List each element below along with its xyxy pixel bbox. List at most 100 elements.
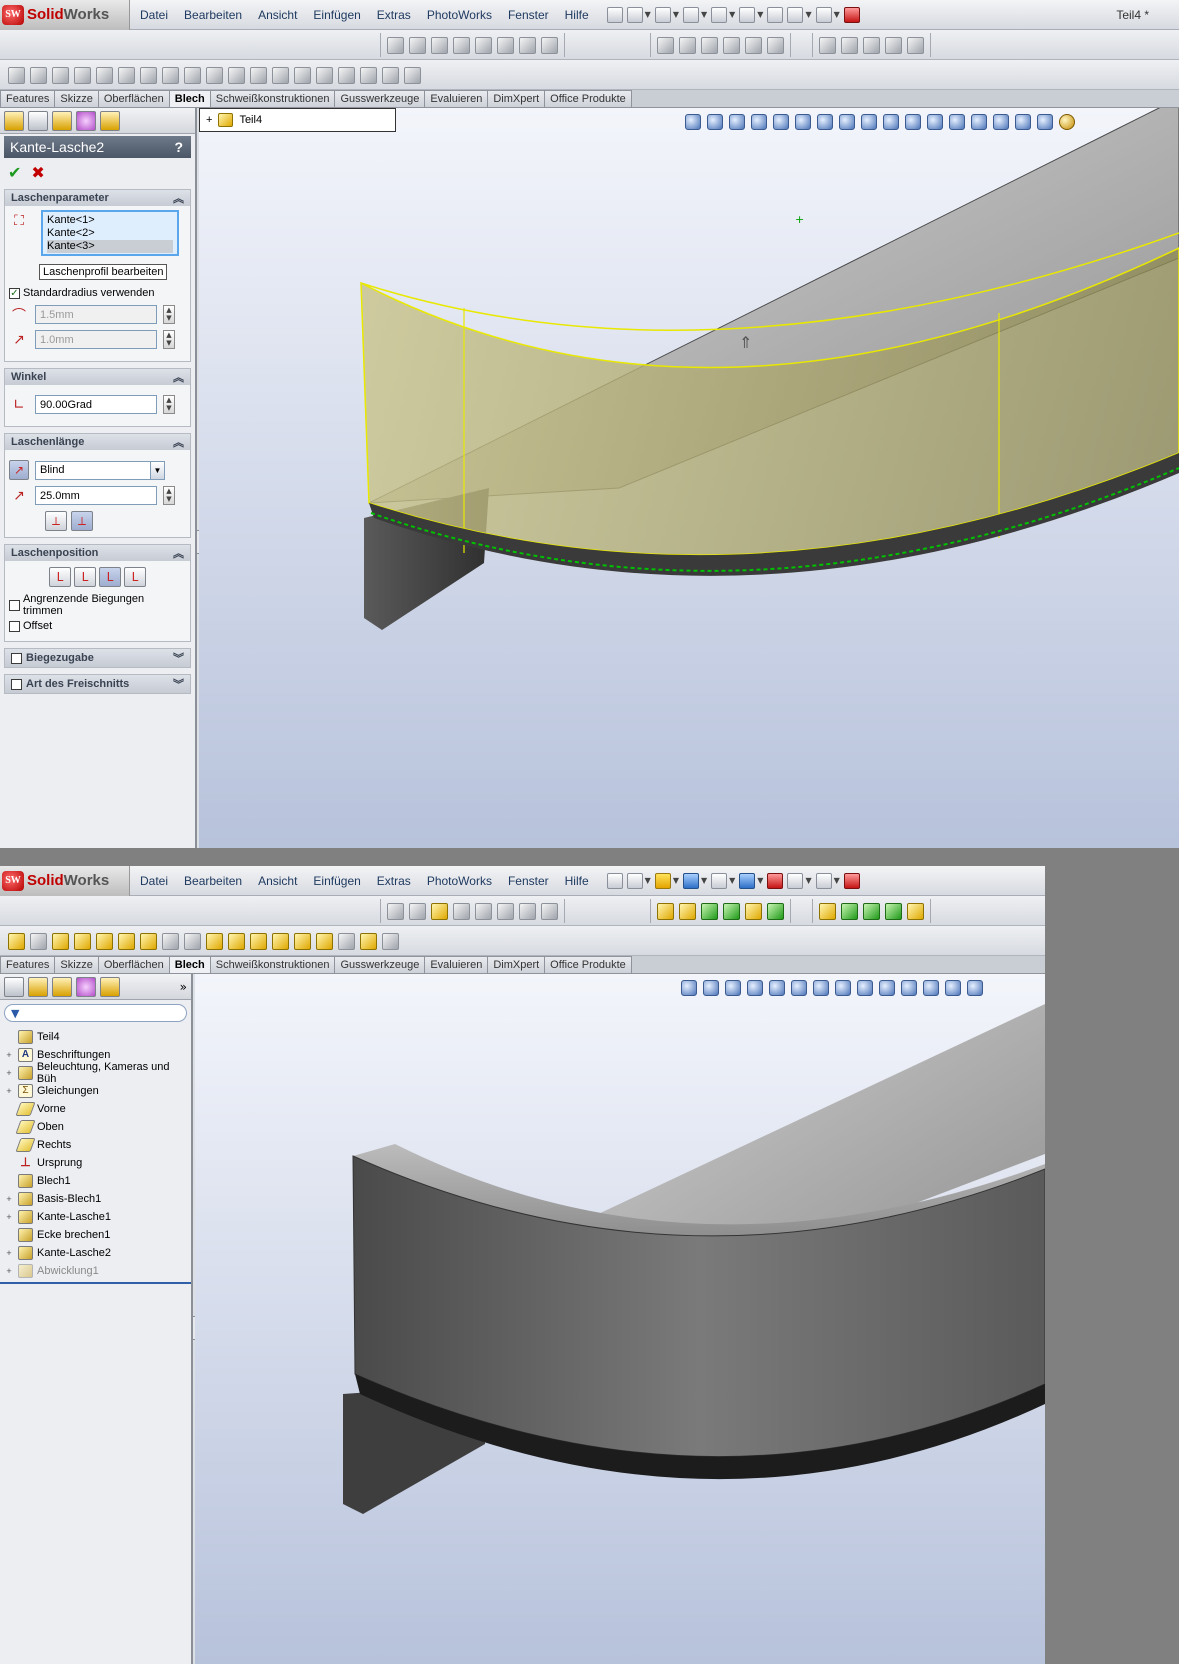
simple-hole-icon[interactable]	[250, 932, 267, 950]
fold-icon[interactable]	[316, 66, 333, 84]
no-bends-icon[interactable]	[360, 932, 377, 950]
collapse-chevron-icon[interactable]: ︽	[173, 434, 184, 450]
tab-oberflaechen[interactable]: Oberflächen	[97, 956, 170, 973]
menu-bearbeiten[interactable]: Bearbeiten	[176, 0, 250, 30]
material-outside-icon[interactable]: L	[74, 567, 96, 587]
hem-icon[interactable]	[96, 932, 113, 950]
no-bends-icon[interactable]	[360, 66, 377, 84]
bend-radius-field[interactable]	[35, 305, 157, 324]
gap-distance-field[interactable]	[35, 330, 157, 349]
options-icon[interactable]	[787, 872, 804, 889]
feature-tool-icon[interactable]	[657, 902, 674, 920]
group-header[interactable]: Laschenlänge ︽	[5, 434, 190, 450]
display-tool-icon[interactable]	[907, 36, 924, 54]
chevron-down-icon[interactable]: ▼	[673, 10, 679, 19]
flange-length-field[interactable]	[35, 486, 157, 505]
collapse-chevron-icon[interactable]: ︽	[173, 190, 184, 206]
rip-icon[interactable]	[382, 932, 399, 950]
tree-item-vorne[interactable]: Vorne	[0, 1100, 191, 1118]
sheet-tool-icon[interactable]	[387, 902, 404, 920]
menu-photoworks[interactable]: PhotoWorks	[419, 866, 500, 896]
list-item[interactable]: Kante<1>	[47, 214, 173, 227]
sheet-tool-icon[interactable]	[431, 36, 448, 54]
property-manager-tab-icon[interactable]	[28, 976, 48, 997]
sheet-tool-icon[interactable]	[475, 36, 492, 54]
sheet-tool-icon[interactable]	[519, 36, 536, 54]
chevron-down-icon[interactable]: ▼	[701, 876, 707, 885]
edit-flange-profile-button[interactable]: Laschenprofil bearbeiten	[39, 264, 168, 280]
chevron-down-icon[interactable]: ▼	[645, 876, 651, 885]
vent-icon[interactable]	[272, 66, 289, 84]
menu-einfuegen[interactable]: Einfügen	[305, 866, 368, 896]
trim-bends-checkbox-row[interactable]: Angrenzende Biegungen trimmen	[9, 593, 186, 617]
spinner[interactable]: ▲ ▼	[163, 486, 175, 505]
tab-office-produkte[interactable]: Office Produkte	[544, 956, 632, 973]
pdf-icon[interactable]	[843, 6, 860, 23]
cross-break-icon[interactable]	[162, 66, 179, 84]
tab-schweisskonstruktionen[interactable]: Schweißkonstruktionen	[209, 90, 336, 107]
tab-dimxpert[interactable]: DimXpert	[487, 956, 546, 973]
chevron-down-icon[interactable]: ▼	[701, 10, 707, 19]
menu-fenster[interactable]: Fenster	[500, 0, 557, 30]
tab-blech[interactable]: Blech	[168, 90, 211, 107]
miter-flange-icon[interactable]	[74, 66, 91, 84]
outer-virtual-sharp-icon[interactable]: ⟂	[45, 511, 67, 531]
edge-selection-list[interactable]: Kante<1> Kante<2> Kante<3>	[41, 210, 179, 256]
rebuild-icon[interactable]	[767, 6, 784, 23]
expander[interactable]: +	[4, 1086, 14, 1096]
dimxpert-tab-icon[interactable]	[76, 976, 96, 997]
chevron-down-icon[interactable]: ▼	[834, 10, 840, 19]
new-document-icon[interactable]	[626, 872, 643, 889]
pin-icon[interactable]	[606, 6, 623, 23]
tree-item-rechts[interactable]: Rechts	[0, 1136, 191, 1154]
checkbox-icon[interactable]	[11, 678, 22, 690]
expander[interactable]: +	[4, 1050, 14, 1060]
feature-tool-icon[interactable]	[723, 36, 740, 54]
menu-datei[interactable]: Datei	[132, 0, 176, 30]
flatten-icon[interactable]	[338, 66, 355, 84]
print-icon[interactable]	[711, 6, 728, 23]
checkbox-icon[interactable]	[9, 620, 20, 632]
menu-hilfe[interactable]: Hilfe	[557, 0, 597, 30]
convert-icon[interactable]	[30, 66, 47, 84]
material-inside-icon[interactable]: L	[49, 567, 71, 587]
tree-item-blech1[interactable]: Blech1	[0, 1172, 191, 1190]
feature-tool-icon[interactable]	[745, 902, 762, 920]
standard-radius-checkbox-row[interactable]: ✓ Standardradius verwenden	[9, 287, 186, 299]
feature-tool-icon[interactable]	[679, 36, 696, 54]
list-item[interactable]: Kante<3>	[47, 240, 173, 253]
sheet-tool-icon[interactable]	[475, 902, 492, 920]
tree-item-ecke-brechen1[interactable]: Ecke brechen1	[0, 1226, 191, 1244]
menu-datei[interactable]: Datei	[132, 866, 176, 896]
feature-tree-tab-icon[interactable]	[4, 110, 24, 131]
dimxpert-tab-icon[interactable]	[76, 110, 96, 131]
ok-checkmark-icon[interactable]: ✔	[8, 163, 21, 182]
feature-tool-icon[interactable]	[767, 902, 784, 920]
feature-tool-icon[interactable]	[679, 902, 696, 920]
display-manager-tab-icon[interactable]	[100, 976, 120, 997]
rebuild-icon[interactable]	[767, 872, 784, 889]
menu-fenster[interactable]: Fenster	[500, 866, 557, 896]
cross-break-icon[interactable]	[162, 932, 179, 950]
chevron-down-icon[interactable]: ▼	[729, 10, 735, 19]
edge-flange-icon[interactable]	[52, 932, 69, 950]
point-tool-icon[interactable]	[885, 902, 902, 920]
sheet-tool-icon[interactable]	[409, 36, 426, 54]
expander[interactable]: +	[4, 1068, 14, 1078]
group-header[interactable]: Winkel ︽	[5, 369, 190, 385]
miter-flange-icon[interactable]	[74, 932, 91, 950]
base-flange-icon[interactable]	[8, 66, 25, 84]
reverse-direction-icon[interactable]: ↗	[9, 460, 29, 480]
menu-extras[interactable]: Extras	[369, 866, 419, 896]
jog-icon[interactable]	[118, 932, 135, 950]
sketched-bend-icon[interactable]	[140, 932, 157, 950]
select-icon[interactable]	[815, 872, 832, 889]
chevron-down-icon[interactable]: ▼	[729, 876, 735, 885]
options-icon[interactable]	[787, 6, 804, 23]
menu-extras[interactable]: Extras	[369, 0, 419, 30]
sketched-bend-icon[interactable]	[140, 66, 157, 84]
chevron-down-icon[interactable]: ▼	[834, 876, 840, 885]
feature-tool-icon[interactable]	[701, 36, 718, 54]
open-icon[interactable]	[654, 872, 671, 889]
undo-icon[interactable]	[739, 872, 756, 889]
